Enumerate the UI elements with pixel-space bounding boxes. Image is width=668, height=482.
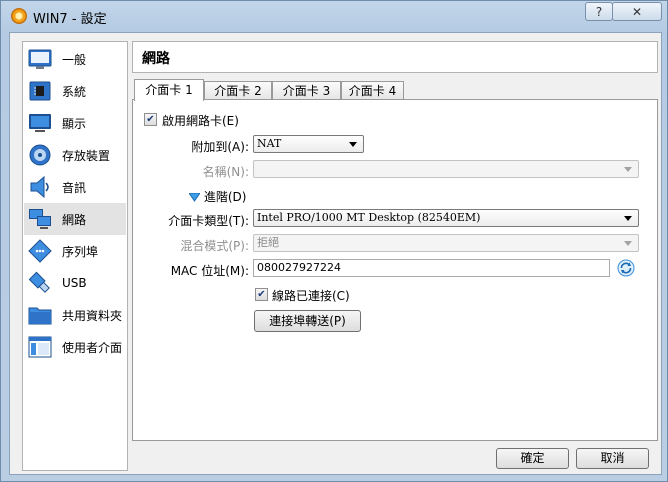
cable-connected-checkbox[interactable]: ✔	[255, 288, 268, 301]
storage-disk-icon	[27, 142, 53, 168]
refresh-icon	[617, 259, 635, 277]
sidebar-item-label: 序列埠	[62, 244, 99, 259]
sidebar-item-shared-folders[interactable]: 共用資料夾	[24, 299, 126, 331]
promiscuous-mode-label: 混合模式(P):	[180, 239, 249, 253]
title-bar[interactable]: WIN7 - 設定 ? ✕	[1, 1, 667, 31]
tab-adapter-1[interactable]: 介面卡 1	[134, 79, 204, 101]
general-icon	[27, 46, 53, 72]
window-title: WIN7 - 設定	[33, 12, 107, 27]
refresh-mac-button[interactable]	[617, 259, 635, 277]
serial-port-icon	[27, 238, 53, 264]
name-select[interactable]	[253, 160, 639, 178]
user-interface-icon	[27, 334, 53, 360]
attached-to-label: 附加到(A):	[191, 140, 249, 154]
settings-sidebar: 一般 系統 顯示 存放裝置 音訊 網路 序列埠 USB 共用資料夾 使用者介面	[22, 41, 128, 471]
network-icon	[27, 206, 53, 232]
cable-connected-label[interactable]: 線路已連接(C)	[272, 287, 350, 304]
system-chip-icon	[27, 78, 53, 104]
adapter-type-select[interactable]: Intel PRO/1000 MT Desktop (82540EM)	[253, 209, 639, 227]
sidebar-item-label: USB	[62, 276, 87, 290]
dialog-body: 一般 系統 顯示 存放裝置 音訊 網路 序列埠 USB 共用資料夾 使用者介面 …	[9, 32, 662, 475]
sidebar-item-system[interactable]: 系統	[24, 75, 126, 107]
promiscuous-mode-value: 拒絕	[257, 236, 279, 249]
page-header: 網路	[132, 41, 658, 73]
sidebar-item-label: 系統	[62, 84, 87, 99]
mac-address-label: MAC 位址(M):	[170, 264, 249, 278]
usb-icon	[27, 270, 53, 296]
sidebar-item-label: 音訊	[62, 180, 87, 195]
virtualbox-app-icon	[11, 8, 27, 24]
sidebar-item-user-interface[interactable]: 使用者介面	[24, 331, 126, 363]
sidebar-item-label: 一般	[62, 52, 87, 67]
sidebar-item-label: 顯示	[62, 116, 87, 131]
speaker-icon	[27, 174, 53, 200]
shared-folder-icon	[27, 302, 53, 328]
sidebar-item-audio[interactable]: 音訊	[24, 171, 126, 203]
advanced-label: 進階(D)	[203, 190, 247, 204]
settings-window: WIN7 - 設定 ? ✕ 一般 系統 顯示 存放裝置 音訊 網路 序列埠 US…	[0, 0, 668, 482]
port-forwarding-button[interactable]: 連接埠轉送(P)	[254, 310, 361, 332]
sidebar-item-usb[interactable]: USB	[24, 267, 126, 299]
sidebar-item-storage[interactable]: 存放裝置	[24, 139, 126, 171]
adapter-type-value: Intel PRO/1000 MT Desktop (82540EM)	[257, 211, 481, 224]
chevron-down-icon	[349, 142, 357, 147]
cancel-button[interactable]: 取消	[576, 448, 649, 469]
chevron-down-icon	[624, 241, 632, 246]
enable-adapter-label[interactable]: 啟用網路卡(E)	[162, 112, 239, 129]
attached-to-select[interactable]: NAT	[253, 135, 364, 153]
sidebar-item-serial-port[interactable]: 序列埠	[24, 235, 126, 267]
sidebar-item-display[interactable]: 顯示	[24, 107, 126, 139]
chevron-down-icon	[624, 167, 632, 172]
advanced-toggle[interactable]: 進階(D)	[188, 188, 247, 205]
chevron-down-icon	[624, 216, 632, 221]
help-button[interactable]: ?	[585, 2, 613, 21]
sidebar-item-label: 共用資料夾	[62, 308, 123, 323]
adapter-settings-pane: ✔ 啟用網路卡(E) 附加到(A): NAT 名稱(N): 進階(D) 介面卡類…	[132, 99, 658, 441]
sidebar-item-label: 網路	[62, 212, 87, 227]
tab-adapter-3[interactable]: 介面卡 3	[272, 81, 341, 100]
expand-triangle-icon	[188, 192, 201, 202]
ok-button[interactable]: 確定	[496, 448, 569, 469]
name-label: 名稱(N):	[202, 165, 249, 179]
sidebar-item-network[interactable]: 網路	[24, 203, 126, 235]
promiscuous-mode-select[interactable]: 拒絕	[253, 234, 639, 252]
sidebar-item-label: 存放裝置	[62, 148, 111, 163]
close-button[interactable]: ✕	[612, 2, 662, 21]
adapter-type-label: 介面卡類型(T):	[168, 214, 249, 228]
enable-adapter-checkbox[interactable]: ✔	[144, 113, 157, 126]
page-title: 網路	[142, 51, 170, 67]
sidebar-item-label: 使用者介面	[62, 340, 123, 355]
mac-address-input[interactable]: 080027927224	[253, 259, 610, 277]
display-monitor-icon	[27, 110, 53, 136]
tab-adapter-2[interactable]: 介面卡 2	[204, 81, 272, 100]
mac-address-value: 080027927224	[257, 261, 341, 274]
attached-to-value: NAT	[257, 137, 282, 150]
tab-adapter-4[interactable]: 介面卡 4	[341, 81, 404, 100]
sidebar-item-general[interactable]: 一般	[24, 43, 126, 75]
